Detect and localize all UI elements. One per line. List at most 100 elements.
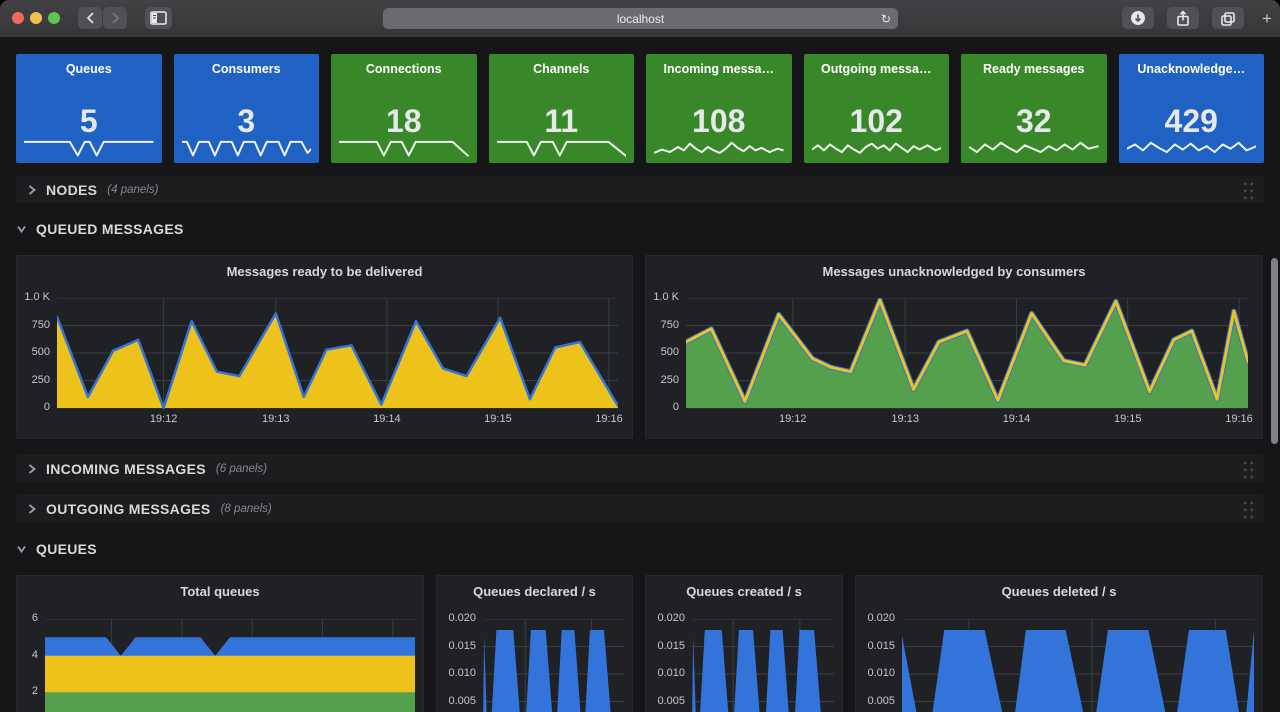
y-axis-label: 0.020 bbox=[856, 612, 895, 624]
address-bar[interactable]: localhost ↻ bbox=[383, 8, 898, 29]
y-axis-label: 250 bbox=[17, 374, 50, 386]
stat-row: Queues 5 Consumers 3 Connections 18 Chan… bbox=[16, 54, 1264, 163]
x-axis-label: 19:13 bbox=[254, 413, 298, 425]
y-axis-label: 0.020 bbox=[646, 612, 685, 624]
sparkline bbox=[24, 136, 154, 158]
drag-handle[interactable] bbox=[1241, 498, 1254, 519]
y-axis-label: 0.005 bbox=[437, 695, 476, 707]
browser-window: localhost ↻ + Queues bbox=[0, 0, 1280, 712]
download-icon bbox=[1130, 10, 1146, 26]
x-axis-label: 19:12 bbox=[142, 413, 186, 425]
plot-area bbox=[57, 298, 618, 410]
stat-title: Incoming messa… bbox=[646, 62, 792, 76]
y-axis-label: 0.010 bbox=[646, 667, 685, 679]
y-axis-label: 0 bbox=[17, 401, 50, 413]
time-series-chart: 1.0 K 750 500 250 0 19:12 19:13 19:14 19:15 19:16 bbox=[17, 256, 632, 438]
stat-panel-connections[interactable]: Connections 18 bbox=[331, 54, 477, 163]
x-axis-label: 19:12 bbox=[771, 413, 815, 425]
row-nodes[interactable]: NODES (4 panels) bbox=[16, 176, 1264, 203]
chevron-down-icon bbox=[16, 543, 27, 555]
plot-area bbox=[902, 619, 1254, 712]
stat-panel-ready-messages[interactable]: Ready messages 32 bbox=[961, 54, 1107, 163]
plot-area bbox=[483, 619, 624, 712]
x-axis-label: 19:16 bbox=[587, 413, 631, 425]
drag-handle[interactable] bbox=[1241, 179, 1254, 200]
stat-title: Ready messages bbox=[961, 62, 1107, 76]
sparkline bbox=[182, 136, 312, 158]
stat-panel-outgoing-messages[interactable]: Outgoing messa… 102 bbox=[804, 54, 950, 163]
time-series-chart: 0.0200.0150.0100.005 bbox=[856, 576, 1262, 712]
panel-messages-unacknowledged: Messages unacknowledged by consumers 1.0… bbox=[645, 255, 1263, 439]
back-button[interactable] bbox=[78, 7, 102, 29]
sidebar-toggle-button[interactable] bbox=[145, 7, 172, 29]
x-axis-label: 19:15 bbox=[476, 413, 520, 425]
share-button[interactable] bbox=[1167, 7, 1199, 29]
panel-total-queues: Total queues 642 bbox=[16, 575, 424, 712]
minimize-window-button[interactable] bbox=[30, 12, 42, 24]
y-axis-label: 0.010 bbox=[856, 667, 895, 679]
row-incoming-messages[interactable]: INCOMING MESSAGES (6 panels) bbox=[16, 455, 1264, 482]
close-window-button[interactable] bbox=[12, 12, 24, 24]
section-queued-messages[interactable]: QUEUED MESSAGES bbox=[16, 218, 184, 240]
zoom-window-button[interactable] bbox=[48, 12, 60, 24]
plot-area bbox=[45, 619, 415, 712]
sparkline bbox=[1127, 136, 1257, 158]
share-icon bbox=[1175, 10, 1191, 27]
stat-panel-queues[interactable]: Queues 5 bbox=[16, 54, 162, 163]
reload-icon[interactable]: ↻ bbox=[881, 12, 891, 26]
stat-title: Connections bbox=[331, 62, 477, 76]
chevron-left-icon bbox=[88, 13, 93, 23]
sidebar-icon bbox=[150, 11, 167, 25]
x-axis-label: 19:13 bbox=[883, 413, 927, 425]
y-axis-label: 6 bbox=[17, 612, 38, 624]
stat-panel-consumers[interactable]: Consumers 3 bbox=[174, 54, 320, 163]
plot-area bbox=[686, 298, 1248, 410]
y-axis-label: 0.010 bbox=[437, 667, 476, 679]
y-axis-label: 500 bbox=[646, 346, 679, 358]
forward-button[interactable] bbox=[103, 7, 127, 29]
y-axis-label: 500 bbox=[17, 346, 50, 358]
x-axis-label: 19:14 bbox=[365, 413, 409, 425]
y-axis-label: 0 bbox=[646, 401, 679, 413]
time-series-chart: 0.0200.0150.0100.005 bbox=[437, 576, 632, 712]
sparkline bbox=[339, 136, 469, 158]
chevron-down-icon bbox=[16, 223, 27, 235]
stat-title: Outgoing messa… bbox=[804, 62, 950, 76]
stat-panel-incoming-messages[interactable]: Incoming messa… 108 bbox=[646, 54, 792, 163]
panel-queues-declared: Queues declared / s 0.0200.0150.0100.005 bbox=[436, 575, 633, 712]
panel-queues-deleted: Queues deleted / s 0.0200.0150.0100.005 bbox=[855, 575, 1263, 712]
browser-toolbar: localhost ↻ + bbox=[0, 0, 1280, 38]
downloads-button[interactable] bbox=[1122, 7, 1154, 29]
x-axis-label: 19:15 bbox=[1106, 413, 1150, 425]
chevron-right-icon bbox=[26, 184, 37, 196]
row-outgoing-messages[interactable]: OUTGOING MESSAGES (8 panels) bbox=[16, 495, 1264, 522]
panel-messages-ready: Messages ready to be delivered 1.0 K7505… bbox=[16, 255, 633, 439]
sparkline bbox=[969, 136, 1099, 158]
y-axis-label: 1.0 K bbox=[646, 291, 679, 303]
y-axis-label: 0.005 bbox=[646, 695, 685, 707]
stat-title: Consumers bbox=[174, 62, 320, 76]
stat-panel-unacknowledged[interactable]: Unacknowledge… 429 bbox=[1119, 54, 1265, 163]
tab-overview-button[interactable] bbox=[1212, 7, 1244, 29]
scrollbar-thumb[interactable] bbox=[1271, 258, 1278, 444]
drag-handle[interactable] bbox=[1241, 458, 1254, 479]
row-panel-count: (6 panels) bbox=[216, 463, 267, 475]
section-queues[interactable]: QUEUES bbox=[16, 538, 97, 560]
stat-title: Channels bbox=[489, 62, 635, 76]
y-axis-label: 750 bbox=[17, 319, 50, 331]
y-axis-label: 4 bbox=[17, 649, 38, 661]
sparkline bbox=[654, 136, 784, 158]
y-axis-label: 1.0 K bbox=[17, 291, 50, 303]
y-axis-label: 250 bbox=[646, 374, 679, 386]
x-axis-label: 19:16 bbox=[1217, 413, 1261, 425]
chevron-right-icon bbox=[26, 503, 37, 515]
url-text: localhost bbox=[617, 12, 664, 26]
sparkline bbox=[812, 136, 942, 158]
row-title: INCOMING MESSAGES bbox=[46, 461, 206, 477]
time-series-chart: 642 bbox=[17, 576, 423, 712]
row-panel-count: (4 panels) bbox=[107, 184, 158, 196]
stat-panel-channels[interactable]: Channels 11 bbox=[489, 54, 635, 163]
new-tab-button[interactable]: + bbox=[1256, 7, 1278, 31]
row-title: OUTGOING MESSAGES bbox=[46, 501, 211, 517]
y-axis-label: 0.015 bbox=[437, 640, 476, 652]
